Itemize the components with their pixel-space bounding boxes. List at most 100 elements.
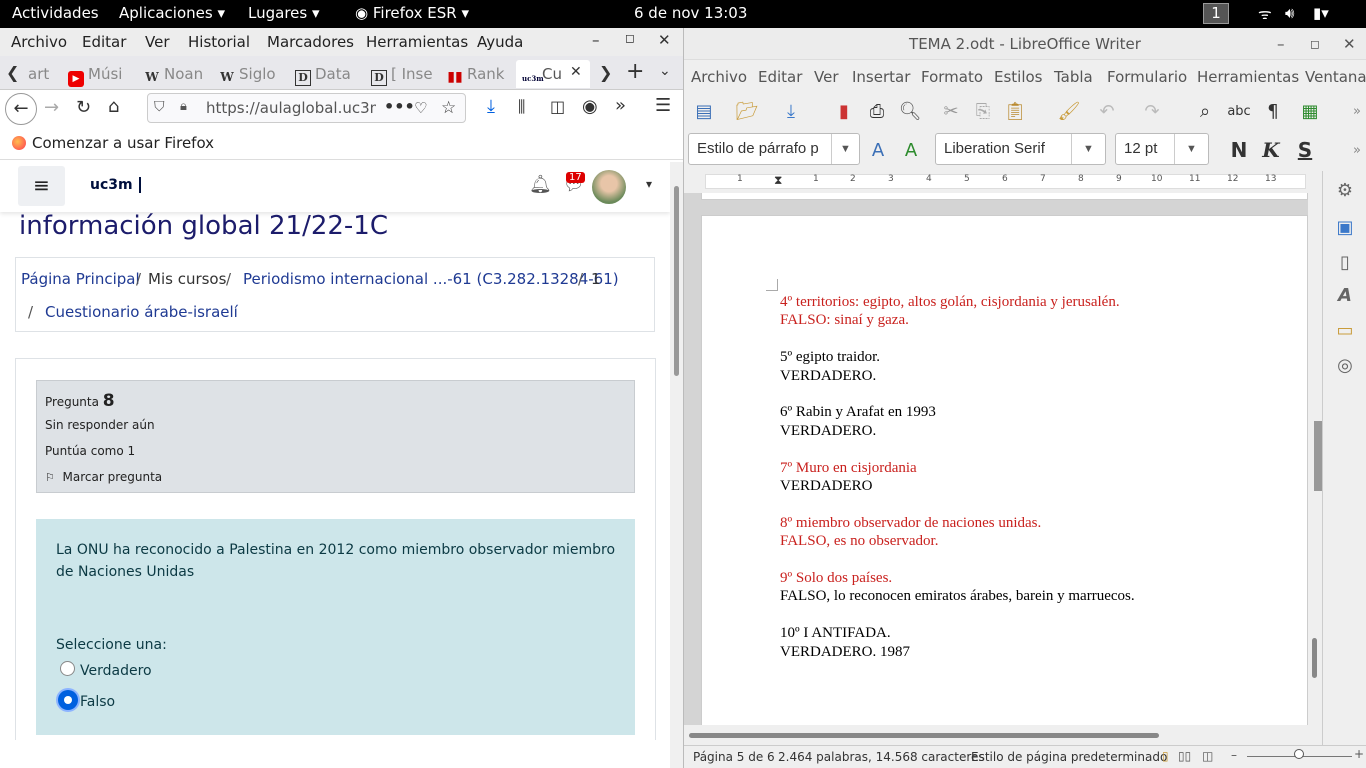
url-bar[interactable]: ⛉ 🔒︎ https://aulaglobal.uc3m. ••• ♡ ☆ <box>147 93 466 123</box>
horizontal-scrollbar-thumb[interactable] <box>689 733 1159 738</box>
sidebar-settings-icon[interactable]: ⚙ <box>1333 179 1357 203</box>
list-tabs-icon[interactable]: ⌄ <box>659 63 671 79</box>
account-icon[interactable]: ◉ <box>582 96 598 117</box>
document-line[interactable]: 9º Solo dos países. <box>780 569 892 588</box>
option-verdadero-label[interactable]: Verdadero <box>80 663 152 679</box>
vertical-scrollbar-thumb[interactable] <box>1312 638 1317 678</box>
menu-ver[interactable]: Ver <box>145 33 170 51</box>
writer-menu-insertar[interactable]: Insertar <box>852 68 910 86</box>
new-document-icon[interactable]: ▤ <box>691 99 717 123</box>
network-icon[interactable]: ᯤ <box>1258 4 1272 24</box>
writer-menu-ver[interactable]: Ver <box>814 68 839 86</box>
document-line[interactable]: 7º Muro en cisjordania <box>780 459 917 478</box>
menu-archivo[interactable]: Archivo <box>11 33 67 51</box>
lock-icon[interactable]: 🔒︎ <box>180 99 187 114</box>
zoom-slider-handle[interactable] <box>1294 749 1304 759</box>
page-scrollbar[interactable] <box>670 162 683 768</box>
radio-falso-selected[interactable] <box>58 690 78 710</box>
menu-marcadores[interactable]: Marcadores <box>267 33 354 51</box>
tab-active-cuestionario[interactable]: uc3mCu ✕ <box>516 60 590 88</box>
sidebar-page-icon[interactable]: ▯ <box>1333 251 1357 275</box>
cut-icon[interactable]: ✂ <box>938 99 964 123</box>
app-menu-firefox[interactable]: ◉ Firefox ESR ▾ <box>355 4 469 22</box>
italic-button[interactable]: K <box>1258 138 1284 162</box>
paste-icon[interactable]: 📋︎ <box>1002 99 1028 123</box>
formatting-marks-icon[interactable]: ¶ <box>1260 99 1286 123</box>
tab-7[interactable]: ▮▮ Rank <box>441 60 513 88</box>
sidebar-collapse-handle[interactable] <box>1314 421 1322 491</box>
forward-icon[interactable]: → <box>44 97 59 118</box>
book-view-icon[interactable]: ◫ <box>1202 749 1213 763</box>
document-line[interactable]: 8º miembro observador de naciones unidas… <box>780 514 1041 533</box>
status-page-style[interactable]: Estilo de página predeterminado <box>971 750 1167 764</box>
toolbar-overflow-icon[interactable]: » <box>1344 99 1366 123</box>
applications-menu[interactable]: Aplicaciones ▾ <box>119 4 225 22</box>
zoom-in-icon[interactable]: + <box>1354 747 1364 761</box>
tab-close-icon[interactable]: ✕ <box>568 64 582 80</box>
tab-4[interactable]: W Siglo <box>213 60 285 88</box>
breadcrumb-home[interactable]: Página Principal <box>21 270 140 288</box>
page-actions-icon[interactable]: ••• <box>384 97 415 116</box>
menu-editar[interactable]: Editar <box>82 33 126 51</box>
ruler[interactable]: 1 ⧗ 1 2 3 4 5 6 7 8 9 10 11 12 13 <box>691 171 1306 193</box>
writer-close-icon[interactable]: ✕ <box>1343 28 1356 60</box>
notifications-bell-icon[interactable]: 🔔︎ <box>529 174 552 195</box>
reload-icon[interactable]: ↻ <box>76 97 91 118</box>
library-icon[interactable]: ⫼ <box>518 97 525 117</box>
document-line[interactable]: FALSO: sinaí y gaza. <box>780 311 909 330</box>
breadcrumb-course[interactable]: Periodismo internacional ...-61 (C3.282.… <box>243 270 619 288</box>
writer-menu-formato[interactable]: Formato <box>921 68 983 86</box>
volume-icon[interactable]: 🔊︎ <box>1285 4 1294 22</box>
writer-menu-formulario[interactable]: Formulario <box>1107 68 1187 86</box>
underline-button[interactable]: S <box>1292 138 1318 162</box>
close-icon[interactable]: ✕ <box>658 31 671 49</box>
update-style-icon[interactable]: A <box>865 138 891 162</box>
hamburger-menu-icon[interactable]: ☰ <box>655 95 671 116</box>
document-page[interactable]: 4º territorios: egipto, altos golán, cis… <box>701 215 1308 735</box>
undo-icon[interactable]: ↶ <box>1094 99 1120 123</box>
writer-menu-archivo[interactable]: Archivo <box>691 68 747 86</box>
menu-historial[interactable]: Historial <box>188 33 250 51</box>
downloads-icon[interactable]: ⤓ <box>487 96 495 117</box>
writer-menu-ventana[interactable]: Ventana <box>1305 68 1366 86</box>
zoom-out-icon[interactable]: – <box>1231 748 1237 762</box>
single-page-view-icon[interactable]: ▯ <box>1162 749 1169 763</box>
avatar[interactable] <box>592 170 626 204</box>
sidebar-gallery-icon[interactable]: ▭ <box>1333 319 1357 343</box>
writer-menu-estilos[interactable]: Estilos <box>994 68 1043 86</box>
bookmark-star-icon[interactable]: ☆ <box>441 98 456 118</box>
insert-table-icon[interactable]: ▦ <box>1297 99 1323 123</box>
status-word-count[interactable]: 2.464 palabras, 14.568 caracteres <box>778 750 985 764</box>
export-pdf-icon[interactable]: ▮ <box>831 99 857 123</box>
open-icon[interactable]: 📂︎ <box>734 99 760 123</box>
document-line[interactable]: 10º I ANTIFADA. <box>780 624 891 643</box>
maximize-icon[interactable]: ◻ <box>625 31 635 45</box>
breadcrumb-quiz[interactable]: Cuestionario árabe-israelí <box>45 303 238 321</box>
workspace-indicator[interactable]: 1 <box>1203 3 1229 24</box>
clock[interactable]: 6 de nov 13:03 <box>634 4 747 22</box>
font-size-dropdown[interactable]: 12 pt ▼ <box>1115 133 1209 165</box>
bold-button[interactable]: N <box>1226 138 1252 162</box>
menu-ayuda[interactable]: Ayuda <box>477 33 523 51</box>
sidebar-styles-icon[interactable]: A <box>1333 284 1357 308</box>
tab-3[interactable]: W Noan <box>138 60 210 88</box>
paragraph-style-dropdown[interactable]: Estilo de párrafo p ▼ <box>688 133 860 165</box>
document-line[interactable]: VERDADERO. <box>780 367 876 386</box>
horizontal-scrollbar[interactable] <box>684 725 1322 743</box>
new-tab-icon[interactable]: + <box>626 59 644 84</box>
tab-scroll-right-icon[interactable]: ❯ <box>599 63 612 82</box>
places-menu[interactable]: Lugares ▾ <box>248 4 320 22</box>
home-icon[interactable]: ⌂ <box>108 96 119 117</box>
document-line[interactable]: VERDADERO. <box>780 422 876 441</box>
document-line[interactable]: FALSO, es no observador. <box>780 532 938 551</box>
spelling-icon[interactable]: abc <box>1226 99 1252 123</box>
overflow-menu-icon[interactable]: » <box>615 95 626 116</box>
user-menu-chevron-icon[interactable]: ▾ <box>646 177 652 191</box>
document-line[interactable]: VERDADERO <box>780 477 873 496</box>
find-replace-icon[interactable]: ⌕ <box>1192 99 1218 123</box>
radio-verdadero[interactable] <box>60 661 75 676</box>
multi-page-view-icon[interactable]: ▯▯ <box>1178 749 1191 763</box>
option-falso-label[interactable]: Falso <box>80 694 115 710</box>
writer-minimize-icon[interactable]: – <box>1277 28 1285 60</box>
url-text[interactable]: https://aulaglobal.uc3m. <box>206 99 376 117</box>
